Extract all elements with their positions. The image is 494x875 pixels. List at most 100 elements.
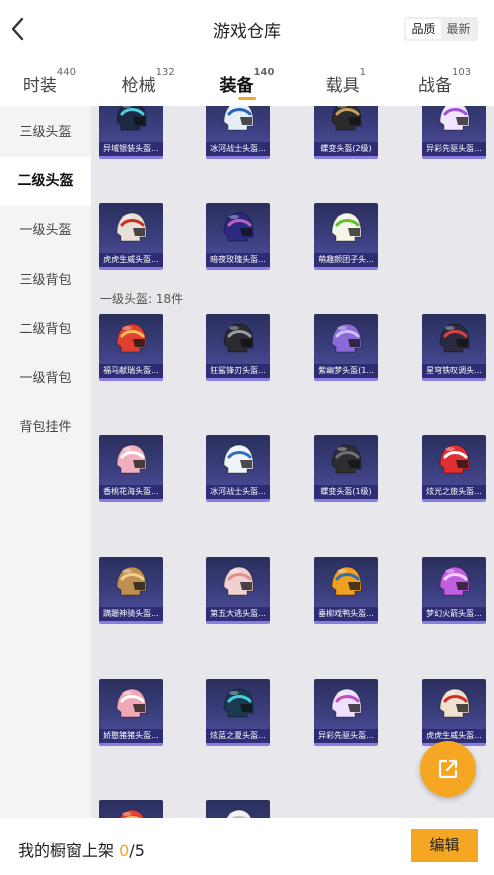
item-card[interactable]: 狂鲨锋刃头盔... bbox=[206, 314, 270, 381]
helmet-icon bbox=[331, 444, 362, 474]
helmet-icon bbox=[116, 106, 147, 131]
helmet-icon bbox=[116, 566, 147, 596]
helmet-icon bbox=[331, 323, 362, 353]
item-name: 异彩先驱头盔... bbox=[314, 729, 378, 743]
item-card[interactable]: 紫幽梦头盔(1... bbox=[314, 314, 378, 381]
helmet-icon bbox=[331, 212, 362, 242]
tab-count: 1 bbox=[359, 67, 366, 78]
item-name: 蹒跚神骑头盔... bbox=[99, 607, 163, 621]
item-card[interactable] bbox=[206, 800, 270, 818]
helmet-icon bbox=[439, 323, 470, 353]
share-fab-button[interactable] bbox=[420, 741, 476, 797]
item-name: 狂鲨锋刃头盔... bbox=[206, 364, 270, 378]
item-card[interactable]: 冰河战士头盔... bbox=[206, 435, 270, 502]
showcase-count: 0 bbox=[119, 841, 130, 860]
helmet-icon bbox=[226, 809, 252, 818]
item-card[interactable] bbox=[99, 800, 163, 818]
helmet-icon bbox=[439, 566, 470, 596]
tab-vehicles[interactable]: 载具1 bbox=[296, 62, 395, 106]
sidebar-item-level1-helmet[interactable]: 一级头盔 bbox=[0, 206, 91, 255]
item-card[interactable]: 福马献瑞头盔... bbox=[99, 314, 163, 381]
item-card[interactable]: 梦幻火箭头盔... bbox=[422, 557, 486, 624]
helmet-icon bbox=[116, 212, 147, 242]
item-name: 异彩先驱头盔... bbox=[422, 142, 486, 156]
item-card[interactable]: 异彩先驱头盔... bbox=[314, 679, 378, 746]
helmet-icon bbox=[439, 106, 470, 131]
item-name: 冰河战士头盔... bbox=[206, 485, 270, 499]
sidebar-item-level2-helmet[interactable]: 二级头盔 bbox=[0, 157, 91, 206]
item-name: 星穹铁叹调头... bbox=[422, 364, 486, 378]
helmet-icon bbox=[331, 688, 362, 718]
item-card[interactable]: 冰河战士头盔... bbox=[206, 106, 270, 159]
item-card[interactable]: 异域银装头盔... bbox=[99, 106, 163, 159]
tab-supplies[interactable]: 战备103 bbox=[395, 62, 494, 106]
tab-label: 装备 bbox=[219, 76, 254, 96]
item-name: 第五大逃头盔... bbox=[206, 607, 270, 621]
tab-equipment[interactable]: 装备140 bbox=[198, 62, 297, 106]
header: 游戏仓库 品质 最新 bbox=[0, 0, 494, 60]
bottom-bar: 我的橱窗上架 0/5 编辑 bbox=[0, 818, 494, 875]
helmet-icon bbox=[223, 106, 254, 131]
tab-label: 载具 bbox=[325, 76, 360, 96]
item-name: 紫幽梦头盔(1... bbox=[314, 364, 378, 378]
item-card[interactable]: 暗夜玫瑰头盔... bbox=[206, 203, 270, 270]
item-card[interactable]: 星穹铁叹调头... bbox=[422, 314, 486, 381]
sort-option-quality[interactable]: 品质 bbox=[406, 19, 441, 39]
helmet-icon bbox=[116, 323, 147, 353]
item-card[interactable]: 异彩先驱头盔... bbox=[422, 106, 486, 159]
helmet-icon bbox=[439, 688, 470, 718]
item-card[interactable]: 炫蓝之夏头盔... bbox=[206, 679, 270, 746]
item-name: 福马献瑞头盔... bbox=[99, 364, 163, 378]
item-card[interactable]: 香桃花海头盔... bbox=[99, 435, 163, 502]
edit-button[interactable]: 编辑 bbox=[411, 829, 478, 862]
helmet-icon bbox=[439, 444, 470, 474]
active-tab-indicator bbox=[237, 97, 256, 100]
sidebar-item-level2-backpack[interactable]: 二级背包 bbox=[0, 305, 91, 354]
share-external-icon bbox=[438, 759, 458, 779]
item-name: 蝶变头盔(1级) bbox=[314, 485, 378, 499]
sidebar-item-backpack-charm[interactable]: 背包挂件 bbox=[0, 403, 91, 452]
tab-count: 140 bbox=[253, 67, 275, 78]
section-header-level1-helmet: 一级头盔: 18件 bbox=[100, 292, 184, 306]
item-card[interactable]: 蝶变头盔(1级) bbox=[314, 435, 378, 502]
item-name: 蝶变头盔(2级) bbox=[314, 142, 378, 156]
item-name: 冰河战士头盔... bbox=[206, 142, 270, 156]
helmet-icon bbox=[223, 444, 254, 474]
item-card[interactable]: 娇憨猪猪头盔... bbox=[99, 679, 163, 746]
item-name: 炫光之旅头盔... bbox=[422, 485, 486, 499]
helmet-icon bbox=[223, 323, 254, 353]
category-tabs: 时装440 枪械132 装备140 载具1 战备103 bbox=[0, 62, 494, 106]
helmet-icon bbox=[223, 566, 254, 596]
tab-label: 时装 bbox=[22, 76, 57, 96]
item-name: 暗夜玫瑰头盔... bbox=[206, 253, 270, 267]
item-card[interactable]: 虎虎生威头盔... bbox=[99, 203, 163, 270]
showcase-shelf-status: 我的橱窗上架 0/5 bbox=[18, 837, 145, 861]
tab-count: 132 bbox=[155, 67, 175, 78]
item-name: 炫蓝之夏头盔... bbox=[206, 729, 270, 743]
item-card[interactable]: 萌趣颜团子头... bbox=[314, 203, 378, 270]
tab-weapons[interactable]: 枪械132 bbox=[99, 62, 198, 106]
sidebar-item-level3-backpack[interactable]: 三级背包 bbox=[0, 256, 91, 305]
item-card[interactable]: 虎虎生威头盔... bbox=[422, 679, 486, 746]
item-card[interactable]: 垂柳戏鸭头盔... bbox=[314, 557, 378, 624]
sort-option-latest[interactable]: 最新 bbox=[441, 19, 476, 39]
item-name: 垂柳戏鸭头盔... bbox=[314, 607, 378, 621]
item-card[interactable]: 第五大逃头盔... bbox=[206, 557, 270, 624]
showcase-label: 我的橱窗上架 bbox=[18, 841, 115, 860]
item-name: 虎虎生威头盔... bbox=[99, 253, 163, 267]
showcase-total: /5 bbox=[129, 841, 145, 860]
item-name: 异域银装头盔... bbox=[99, 142, 163, 156]
helmet-icon bbox=[223, 688, 254, 718]
item-name: 梦幻火箭头盔... bbox=[422, 607, 486, 621]
item-card[interactable]: 蹒跚神骑头盔... bbox=[99, 557, 163, 624]
helmet-icon bbox=[331, 106, 362, 131]
item-card[interactable]: 炫光之旅头盔... bbox=[422, 435, 486, 502]
helmet-icon bbox=[331, 566, 362, 596]
item-card[interactable]: 蝶变头盔(2级) bbox=[314, 106, 378, 159]
sidebar-item-level1-backpack[interactable]: 一级背包 bbox=[0, 354, 91, 403]
sidebar: 三级头盔 二级头盔 一级头盔 三级背包 二级背包 一级背包 背包挂件 bbox=[0, 106, 91, 818]
helmet-icon bbox=[223, 212, 254, 242]
tab-count: 440 bbox=[56, 67, 76, 78]
sidebar-item-level3-helmet[interactable]: 三级头盔 bbox=[0, 108, 91, 157]
tab-fashion[interactable]: 时装440 bbox=[0, 62, 99, 106]
